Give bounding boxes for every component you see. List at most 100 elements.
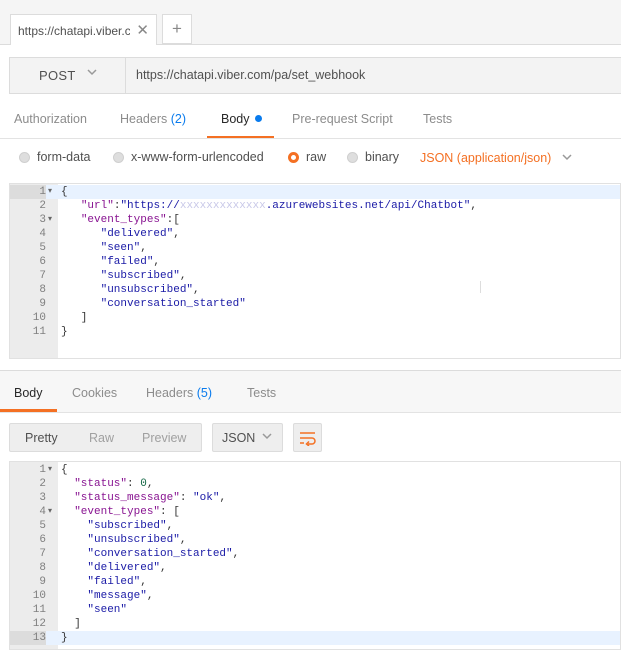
line-number: 3: [39, 492, 46, 504]
line-number: 3: [39, 214, 46, 226]
fold-arrow-icon[interactable]: ▾: [48, 505, 52, 519]
json-string: "https://: [120, 200, 180, 212]
code-line: 11 "seen": [10, 603, 620, 617]
code-text: "delivered",: [100, 228, 180, 240]
radio-selected-icon[interactable]: [288, 151, 299, 163]
code-line-active: 13}: [10, 631, 620, 645]
tab-authorization[interactable]: Authorization: [14, 112, 87, 126]
json-string: "failed": [87, 576, 141, 588]
code-text: {: [61, 186, 68, 198]
code-line: 3 "status_message": "ok",: [10, 491, 620, 505]
radio-icon[interactable]: [19, 151, 30, 163]
radio-binary[interactable]: binary: [347, 150, 399, 164]
method-select[interactable]: POST: [10, 58, 126, 93]
tab-label: Body: [221, 112, 250, 126]
modified-dot-icon: [254, 115, 262, 122]
fold-arrow-icon[interactable]: ▾: [48, 463, 52, 477]
response-format-select[interactable]: JSON: [212, 423, 283, 452]
chevron-down-icon: [561, 151, 573, 165]
code-text: "unsubscribed",: [100, 284, 200, 296]
code-line: 4 "delivered",: [10, 227, 620, 241]
line-number: 8: [39, 562, 46, 574]
tab-label: Authorization: [14, 112, 87, 126]
tab-label: Tests: [423, 112, 453, 126]
line-number: 11: [32, 604, 46, 616]
view-pretty-button[interactable]: Pretty: [25, 431, 58, 445]
radio-icon[interactable]: [113, 151, 124, 163]
line-number: 9: [39, 576, 46, 588]
json-string: "conversation_started": [87, 548, 233, 560]
line-number: 5: [39, 242, 46, 254]
line-number: 13: [10, 631, 46, 645]
code-line: 1 ▾ {: [10, 185, 620, 199]
code-line: 10 ]: [10, 311, 620, 325]
response-tab-headers[interactable]: Headers (5): [146, 386, 212, 400]
line-number: 4: [39, 506, 46, 518]
line-number: 6: [39, 534, 46, 546]
request-tab-title[interactable]: https://chatapi.viber.c: [18, 24, 130, 38]
request-tab[interactable]: https://chatapi.viber.c ✕: [10, 14, 157, 45]
divider: [0, 412, 621, 413]
code-line: 3 ▾ "event_types":[: [10, 213, 620, 227]
line-number: 10: [32, 312, 46, 324]
code-line: 9 "failed",: [10, 575, 620, 589]
url-input[interactable]: https://chatapi.viber.com/pa/set_webhook: [136, 68, 365, 82]
line-number: 1: [39, 464, 46, 476]
line-number: 1: [10, 185, 46, 199]
fold-arrow-icon[interactable]: ▾: [48, 213, 52, 227]
code-line: 11}: [10, 325, 620, 339]
tab-tests[interactable]: Tests: [423, 112, 452, 126]
line-number: 8: [39, 284, 46, 296]
line-number: 6: [39, 256, 46, 268]
code-line: 5 "seen",: [10, 241, 620, 255]
json-string: "subscribed": [87, 520, 167, 532]
code-text: {: [61, 464, 68, 476]
json-string: "ok": [193, 492, 220, 504]
tab-body[interactable]: Body: [221, 112, 262, 126]
tab-pre-request-script[interactable]: Pre-request Script: [292, 112, 393, 126]
radio-form-data[interactable]: form-data: [19, 150, 91, 164]
code-line: 4 ▾ "event_types": [: [10, 505, 620, 519]
view-raw-button[interactable]: Raw: [89, 431, 114, 445]
code-text: "event_types":[: [80, 214, 180, 226]
tab-label: Body: [14, 386, 43, 400]
radio-icon[interactable]: [347, 151, 358, 163]
tab-label: Cookies: [72, 386, 118, 400]
code-text: "failed",: [87, 576, 147, 588]
text-wrap-icon: [299, 430, 317, 449]
fold-arrow-icon[interactable]: ▾: [48, 185, 52, 199]
request-body-editor[interactable]: 1 ▾ { 2 "url":"https://xxxxxxxxxxxxx.azure…: [9, 183, 621, 359]
code-line: 2 "status": 0,: [10, 477, 620, 491]
content-type-select[interactable]: JSON (application/json): [420, 151, 573, 165]
line-number: 9: [39, 298, 46, 310]
code-text: "conversation_started",: [87, 548, 240, 560]
radio-label: raw: [306, 150, 327, 164]
code-text: "seen": [61, 603, 127, 617]
view-preview-button[interactable]: Preview: [142, 431, 186, 445]
line-number: 11: [32, 326, 46, 338]
code-text: "conversation_started": [61, 297, 246, 311]
wrap-lines-button[interactable]: [293, 423, 322, 452]
radio-raw[interactable]: raw: [288, 150, 326, 164]
json-string: "seen": [100, 242, 141, 254]
radio-label: x-www-form-urlencoded: [131, 150, 264, 164]
code-line: 6 "failed",: [10, 255, 620, 269]
response-tab-cookies[interactable]: Cookies: [72, 386, 117, 400]
code-text: "event_types": [: [74, 506, 180, 518]
code-line: 9 "conversation_started": [10, 297, 620, 311]
radio-urlencoded[interactable]: x-www-form-urlencoded: [113, 150, 264, 164]
json-key: "event_types": [74, 506, 161, 518]
chevron-down-icon: [86, 66, 98, 81]
new-tab-button[interactable]: +: [162, 14, 192, 44]
response-tab-tests[interactable]: Tests: [247, 386, 276, 400]
close-icon[interactable]: ✕: [136, 21, 149, 39]
code-line: 7 "subscribed",: [10, 269, 620, 283]
tab-headers[interactable]: Headers (2): [120, 112, 186, 126]
json-key: "event_types": [80, 214, 167, 226]
code-line: 1 ▾ {: [10, 463, 620, 477]
tab-label: Headers: [146, 386, 194, 400]
response-tab-body[interactable]: Body: [14, 386, 43, 400]
format-label: JSON: [222, 431, 256, 445]
line-number: 12: [32, 618, 46, 630]
response-body-viewer[interactable]: 1 ▾{ 2 "status": 0, 3 "status_message": "…: [9, 461, 621, 650]
